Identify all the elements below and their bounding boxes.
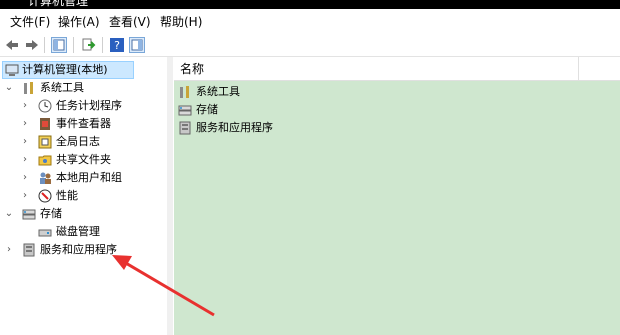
toolbar-separator (44, 37, 45, 53)
menu-file[interactable]: 文件(F) (10, 14, 50, 30)
chevron-right-icon[interactable]: › (20, 169, 30, 187)
chevron-right-icon[interactable]: › (20, 151, 30, 169)
svg-text:?: ? (114, 39, 120, 52)
performance-icon (38, 189, 52, 203)
list-item-label: 存储 (196, 103, 218, 116)
chevron-right-icon[interactable]: › (20, 115, 30, 133)
details-list: 名称 系统工具 存储 服务和应用程序 (174, 57, 620, 335)
disk-management-icon (38, 225, 52, 239)
tree-item-task-scheduler[interactable]: › 任务计划程序 (20, 97, 165, 115)
toolbar: ? (0, 34, 620, 57)
shared-folder-icon (38, 153, 52, 167)
storage-icon (22, 207, 36, 221)
tree-item-disk-management[interactable]: 磁盘管理 (38, 223, 163, 241)
tree-root-computer-management[interactable]: 计算机管理(本地) (2, 61, 134, 79)
toolbar-separator (102, 37, 103, 53)
chevron-right-icon[interactable]: › (20, 97, 30, 115)
help-icon[interactable]: ? (109, 37, 125, 53)
tree-item-services-applications[interactable]: › 服务和应用程序 (4, 241, 164, 259)
list-item-label: 系统工具 (196, 85, 240, 98)
column-divider[interactable] (578, 57, 579, 80)
menu-bar: 文件(F) 操作(A) 查看(V) 帮助(H) (0, 9, 620, 33)
chevron-right-icon[interactable]: › (20, 133, 30, 151)
pane-splitter[interactable] (167, 57, 173, 335)
tree-item-local-users-groups[interactable]: › 本地用户和组 (20, 169, 165, 187)
tree-item-label: 存储 (40, 207, 62, 220)
storage-icon (178, 103, 192, 117)
system-tools-icon (22, 81, 36, 95)
menu-help[interactable]: 帮助(H) (160, 14, 202, 30)
title-bar: 计算机管理 (0, 0, 620, 9)
clock-icon (38, 99, 52, 113)
services-icon (178, 121, 192, 135)
toolbar-separator (73, 37, 74, 53)
chevron-right-icon[interactable]: › (20, 187, 30, 205)
tree-root-label: 计算机管理(本地) (22, 63, 108, 76)
show-hide-tree-icon[interactable] (51, 37, 67, 53)
window-title: 计算机管理 (28, 0, 89, 8)
tree-item-label: 事件查看器 (56, 117, 111, 130)
tree-item-label: 任务计划程序 (56, 99, 122, 112)
chevron-right-icon[interactable]: › (4, 241, 14, 259)
users-icon (38, 171, 52, 185)
event-viewer-icon (38, 117, 52, 131)
forward-icon[interactable] (24, 37, 40, 53)
global-log-icon (38, 135, 52, 149)
tree-item-shared-folders[interactable]: › 共享文件夹 (20, 151, 165, 169)
back-icon[interactable] (4, 37, 20, 53)
tree-item-label: 性能 (56, 189, 78, 202)
navigation-tree: 计算机管理(本地) ⌄ 系统工具 › 任务计划程序 › 事件查看器 › 全局日志… (0, 57, 168, 335)
tree-item-global-log[interactable]: › 全局日志 (20, 133, 165, 151)
computer-management-icon (5, 63, 19, 77)
menu-action[interactable]: 操作(A) (58, 14, 100, 30)
tree-item-system-tools[interactable]: ⌄ 系统工具 (4, 79, 164, 97)
list-item-label: 服务和应用程序 (196, 121, 273, 134)
tree-item-label: 共享文件夹 (56, 153, 111, 166)
tree-item-performance[interactable]: › 性能 (20, 187, 165, 205)
chevron-down-icon[interactable]: ⌄ (4, 205, 14, 223)
tree-item-storage[interactable]: ⌄ 存储 (4, 205, 164, 223)
tree-item-label: 系统工具 (40, 81, 84, 94)
tree-item-label: 磁盘管理 (56, 225, 100, 238)
show-action-pane-icon[interactable] (129, 37, 145, 53)
list-header: 名称 (174, 57, 620, 81)
export-list-icon[interactable] (80, 37, 96, 53)
chevron-down-icon[interactable]: ⌄ (4, 79, 14, 97)
services-icon (22, 243, 36, 257)
tree-item-event-viewer[interactable]: › 事件查看器 (20, 115, 165, 133)
system-tools-icon (178, 85, 192, 99)
tree-item-label: 本地用户和组 (56, 171, 122, 184)
tree-item-label: 服务和应用程序 (40, 243, 117, 256)
column-header-name[interactable]: 名称 (180, 60, 204, 77)
tree-item-label: 全局日志 (56, 135, 100, 148)
menu-view[interactable]: 查看(V) (109, 14, 151, 30)
